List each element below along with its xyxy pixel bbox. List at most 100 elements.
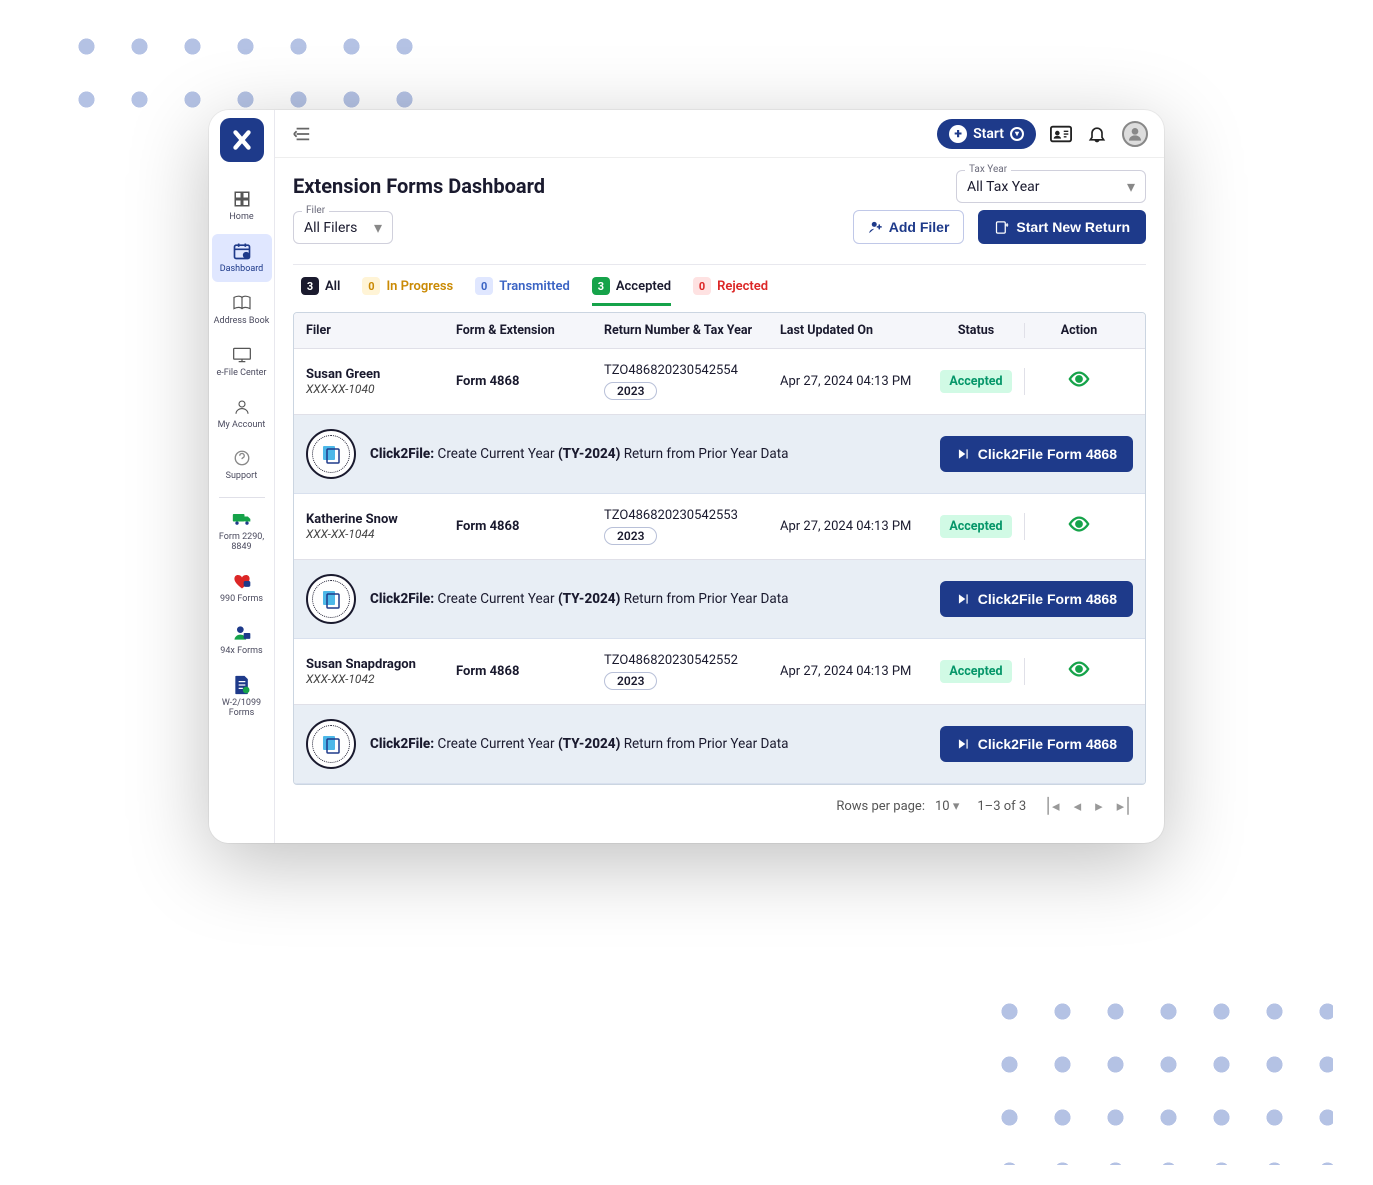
table-row: Susan GreenXXX-XX-1040Form 4868TZO486820… <box>294 349 1145 415</box>
divider <box>219 497 265 498</box>
sidebar-item-990-forms[interactable]: 990 Forms <box>212 564 272 612</box>
tab-accepted[interactable]: 3 Accepted <box>592 277 671 306</box>
sidebar-item-94x-forms[interactable]: 94x Forms <box>212 616 272 664</box>
rows-per-page-select[interactable]: 10 ▾ <box>935 799 959 814</box>
return-number: TZO486820230542554 <box>604 363 780 378</box>
sidebar-label: My Account <box>218 421 266 431</box>
filer-name: Katherine Snow <box>306 512 456 527</box>
page-range: 1–3 of 3 <box>977 799 1026 814</box>
chevron-down-icon: ▾ <box>374 218 382 237</box>
app-window: Home Dashboard Address Book e-File Cente… <box>209 110 1164 843</box>
filer-name: Susan Snapdragon <box>306 657 456 672</box>
table-row: Susan SnapdragonXXX-XX-1042Form 4868TZO4… <box>294 639 1145 705</box>
sidebar-item-form-2290[interactable]: Form 2290, 8849 <box>212 502 272 560</box>
form-type: Form 4868 <box>456 374 519 389</box>
filer-select[interactable]: Filer All Filers ▾ <box>293 211 393 244</box>
click2file-text: Click2File: Create Current Year (TY-2024… <box>370 736 926 752</box>
chevron-down-icon: ▾ <box>1127 177 1135 196</box>
th-action: Action <box>1024 323 1133 338</box>
calendar-icon <box>232 241 252 261</box>
sidebar-item-efile-center[interactable]: e-File Center <box>212 338 272 386</box>
view-icon[interactable] <box>1068 661 1090 685</box>
th-updated: Last Updated On <box>780 323 928 338</box>
status-badge: Accepted <box>940 660 1011 683</box>
start-label: Start <box>973 126 1004 142</box>
sidebar-item-my-account[interactable]: My Account <box>212 390 272 438</box>
return-number: TZO486820230542553 <box>604 508 780 523</box>
user-avatar[interactable] <box>1122 121 1148 147</box>
tab-label: Rejected <box>717 279 768 294</box>
sidebar-item-w2-1099[interactable]: W-2/1099 Forms <box>212 668 272 726</box>
sidebar-item-dashboard[interactable]: Dashboard <box>212 234 272 282</box>
tab-count: 0 <box>693 277 711 295</box>
table-header: Filer Form & Extension Return Number & T… <box>294 313 1145 349</box>
view-icon[interactable] <box>1068 516 1090 540</box>
last-updated: Apr 27, 2024 04:13 PM <box>780 664 928 679</box>
tab-count: 3 <box>301 277 319 295</box>
topbar: + Start ▾ <box>275 110 1164 158</box>
id-card-icon[interactable] <box>1050 123 1072 145</box>
click2file-banner: Click2File: Create Current Year (TY-2024… <box>294 705 1145 784</box>
tab-count: 3 <box>592 277 610 295</box>
page-prev-icon[interactable]: ◂ <box>1074 797 1082 815</box>
status-tabs: 3 All 0 In Progress 0 Transmitted 3 Acce… <box>293 277 1146 306</box>
filer-value: All Filers <box>304 220 357 236</box>
user-icon <box>232 397 252 417</box>
person-plus-icon <box>868 220 883 235</box>
filer-ssn: XXX-XX-1042 <box>306 672 456 686</box>
status-badge: Accepted <box>940 370 1011 393</box>
filer-name: Susan Green <box>306 367 456 382</box>
th-return: Return Number & Tax Year <box>604 323 780 338</box>
tab-transmitted[interactable]: 0 Transmitted <box>475 277 570 306</box>
th-form: Form & Extension <box>456 323 604 338</box>
tab-count: 0 <box>362 277 380 295</box>
click2file-banner: Click2File: Create Current Year (TY-2024… <box>294 560 1145 639</box>
play-next-icon <box>956 737 970 751</box>
sidebar-label: e-File Center <box>217 369 267 379</box>
help-icon <box>232 448 252 468</box>
bell-icon[interactable] <box>1086 123 1108 145</box>
click2file-button[interactable]: Click2File Form 4868 <box>940 726 1133 762</box>
sidebar-item-address-book[interactable]: Address Book <box>212 286 272 334</box>
play-next-icon <box>956 447 970 461</box>
form-type: Form 4868 <box>456 519 519 534</box>
sidebar-item-support[interactable]: Support <box>212 441 272 489</box>
tax-year-label: Tax Year <box>965 164 1011 175</box>
th-filer: Filer <box>306 323 456 338</box>
sidebar-label: Form 2290, 8849 <box>214 533 270 553</box>
add-filer-button[interactable]: Add Filer <box>853 210 965 244</box>
page-next-icon[interactable]: ▸ <box>1095 797 1103 815</box>
plus-icon: + <box>949 125 967 143</box>
heart-icon <box>232 571 252 591</box>
sidebar-label: 990 Forms <box>220 595 263 605</box>
menu-toggle-icon[interactable] <box>291 123 313 145</box>
tax-year-select[interactable]: Tax Year All Tax Year ▾ <box>956 170 1146 203</box>
click2file-button-label: Click2File Form 4868 <box>978 446 1117 462</box>
click2file-button-label: Click2File Form 4868 <box>978 591 1117 607</box>
click2file-button[interactable]: Click2File Form 4868 <box>940 436 1133 472</box>
tax-year-value: All Tax Year <box>967 179 1040 195</box>
start-return-label: Start New Return <box>1016 219 1130 235</box>
click2file-button[interactable]: Click2File Form 4868 <box>940 581 1133 617</box>
sidebar-item-home[interactable]: Home <box>212 182 272 230</box>
chevron-down-icon: ▾ <box>1010 127 1024 141</box>
sidebar-label: 94x Forms <box>220 647 262 657</box>
view-icon[interactable] <box>1068 371 1090 395</box>
tab-rejected[interactable]: 0 Rejected <box>693 277 768 306</box>
tab-all[interactable]: 3 All <box>301 277 340 306</box>
page-last-icon[interactable]: ▸⎮ <box>1117 797 1132 815</box>
start-button[interactable]: + Start ▾ <box>937 119 1036 149</box>
filer-label: Filer <box>302 205 329 216</box>
tab-label: Transmitted <box>499 279 570 294</box>
sidebar-label: Home <box>229 213 253 223</box>
truck-icon <box>232 509 252 529</box>
click2file-button-label: Click2File Form 4868 <box>978 736 1117 752</box>
start-new-return-button[interactable]: Start New Return <box>978 210 1146 244</box>
person-doc-icon <box>232 623 252 643</box>
tab-count: 0 <box>475 277 493 295</box>
tax-year-pill: 2023 <box>604 527 657 545</box>
sidebar-label: Dashboard <box>220 265 264 275</box>
tab-in-progress[interactable]: 0 In Progress <box>362 277 453 306</box>
page-first-icon[interactable]: ⎮◂ <box>1044 797 1059 815</box>
add-filer-label: Add Filer <box>889 219 950 235</box>
